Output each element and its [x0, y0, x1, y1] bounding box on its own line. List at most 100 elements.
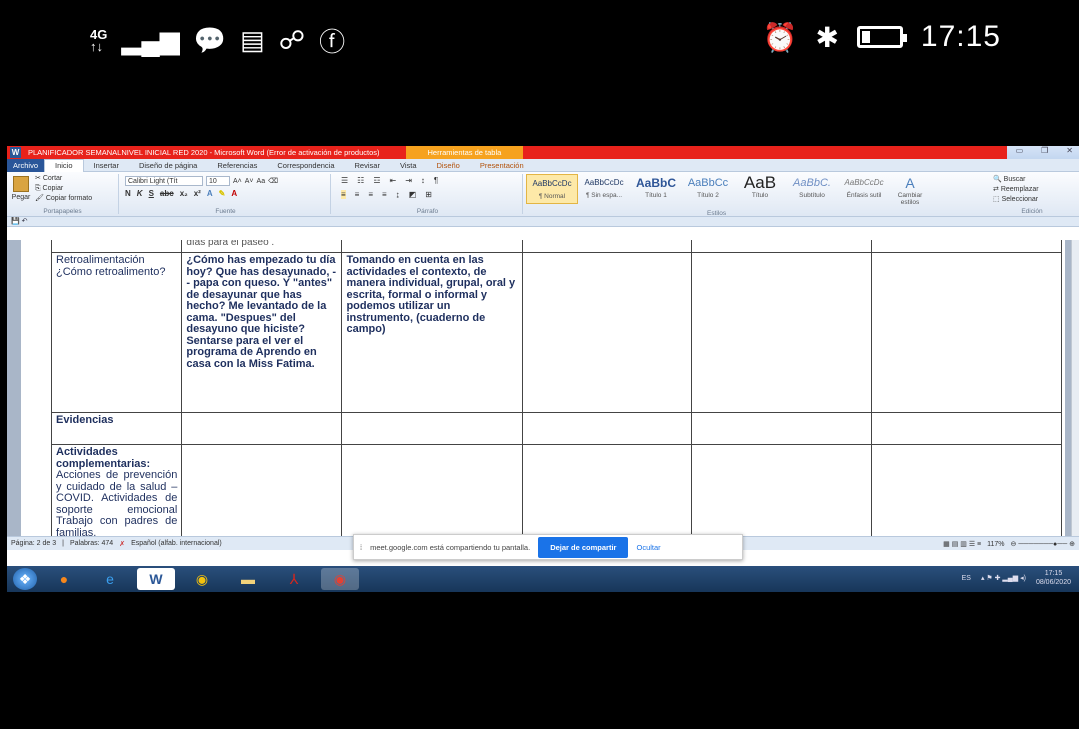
highlight-button[interactable]: ✎ [219, 189, 226, 198]
language[interactable]: Español (alfab. internacional) [131, 540, 222, 547]
table-cell[interactable] [341, 444, 524, 536]
word-count[interactable]: Palabras: 474 [70, 540, 113, 547]
table-cell[interactable] [522, 412, 693, 445]
minimize-icon[interactable]: ▭ [1016, 146, 1024, 155]
page-count[interactable]: Página: 2 de 3 [11, 540, 56, 547]
tab-presentacion[interactable]: Presentación [470, 161, 534, 170]
copy-button[interactable]: ⎘ Copiar [35, 184, 92, 194]
table-cell[interactable] [691, 412, 873, 445]
tab-diseno[interactable]: Diseño [427, 161, 470, 170]
table-cell[interactable] [522, 444, 693, 536]
align-left-icon[interactable]: ≡ [341, 190, 346, 199]
style-titulo-2[interactable]: AaBbCc Título 2 [682, 174, 734, 204]
change-case-button[interactable]: Aa [257, 178, 266, 185]
bullets-icon[interactable]: ☰ [341, 176, 348, 185]
input-language[interactable]: ES [962, 575, 971, 582]
text-effects-button[interactable]: A [207, 189, 213, 198]
table-cell[interactable] [871, 412, 1062, 445]
ie-icon[interactable]: e [91, 568, 129, 590]
tab-vista[interactable]: Vista [390, 161, 427, 170]
subscript-button[interactable]: x₂ [180, 189, 188, 198]
font-color-button[interactable]: A [231, 189, 237, 198]
format-painter-button[interactable]: 🖌 Copiar formato [35, 194, 92, 204]
close-icon[interactable]: ✕ [1066, 146, 1073, 155]
drag-handle-icon[interactable]: ⁞ [360, 543, 362, 552]
tab-correspondencia[interactable]: Correspondencia [267, 161, 344, 170]
pdf-icon[interactable]: ⅄ [275, 568, 313, 590]
find-button[interactable]: 🔍 Buscar [993, 175, 1039, 185]
chrome-active-icon[interactable]: ◉ [321, 568, 359, 590]
cell-retro-dialogue[interactable]: ¿Cómo has empezado tu día hoy? Que has d… [181, 252, 343, 413]
taskbar-clock[interactable]: 17:15 08/06/2020 [1036, 569, 1071, 587]
table-cell[interactable] [181, 444, 343, 536]
sort-icon[interactable]: ↕ [421, 176, 425, 185]
underline-button[interactable]: S [149, 189, 154, 198]
tray-icons[interactable]: ▴ ⚑ ✚ ▂▄▆ ◂) [981, 574, 1026, 582]
clear-format-icon[interactable]: ⌫ [268, 177, 278, 185]
row-label-actividades[interactable]: Actividades complementarias: Acciones de… [50, 444, 183, 536]
italic-button[interactable]: K [137, 189, 143, 198]
superscript-button[interactable]: x² [194, 189, 201, 198]
style-titulo[interactable]: AaB Título [734, 174, 786, 204]
undo-icon[interactable]: ↶ [22, 218, 28, 225]
font-name-select[interactable]: Calibri Light (Tít [125, 176, 203, 186]
proofing-icon[interactable]: ✗ [119, 540, 125, 548]
table-cell[interactable] [691, 444, 873, 536]
replace-button[interactable]: ⇄ Reemplazar [993, 185, 1039, 195]
zoom-level[interactable]: 117% [987, 541, 1004, 548]
style-sin-espaciado[interactable]: AaBbCcDc ¶ Sin espa... [578, 174, 630, 204]
style-normal[interactable]: AaBbCcDc ¶ Normal [526, 174, 578, 204]
decrease-indent-icon[interactable]: ⇤ [390, 176, 397, 185]
justify-icon[interactable]: ≡ [382, 190, 387, 199]
table-cell[interactable] [181, 412, 343, 445]
row-label-retroalimentacion[interactable]: Retroalimentación ¿Cómo retroalimento? [50, 252, 183, 413]
tab-revisar[interactable]: Revisar [345, 161, 390, 170]
view-buttons[interactable]: ▦ ▤ ▥ ☰ ≡ [943, 540, 981, 548]
style-enfasis-sutil[interactable]: AaBbCcDc Énfasis sutil [838, 174, 890, 204]
shading-icon[interactable]: ◩ [409, 190, 417, 199]
start-button[interactable]: ❖ [13, 568, 37, 590]
shrink-font-button[interactable]: A˅ [245, 178, 254, 185]
style-subtitulo[interactable]: AaBbC. Subtítulo [786, 174, 838, 204]
firefox-icon[interactable]: ● [45, 568, 83, 590]
zoom-slider[interactable]: ⊖ ───────●── ⊕ [1011, 540, 1075, 548]
multilevel-icon[interactable]: ☲ [373, 176, 380, 185]
change-styles-button[interactable]: A Cambiar estilos [890, 174, 930, 206]
word-taskbar-icon[interactable]: W [137, 568, 175, 590]
cut-button[interactable]: ✂ Cortar [35, 174, 92, 184]
tab-file[interactable]: Archivo [7, 158, 45, 172]
tab-diseno-pagina[interactable]: Diseño de página [129, 161, 207, 170]
vertical-scrollbar[interactable] [1071, 240, 1079, 536]
restore-icon[interactable]: ❐ [1041, 146, 1048, 155]
stop-sharing-button[interactable]: Dejar de compartir [538, 536, 629, 558]
style-titulo-1[interactable]: AaBbC Título 1 [630, 174, 682, 204]
chrome-icon[interactable]: ◉ [183, 568, 221, 590]
bold-button[interactable]: N [125, 189, 131, 198]
table-cell[interactable] [691, 252, 873, 413]
tab-referencias[interactable]: Referencias [207, 161, 267, 170]
font-size-select[interactable]: 10 [206, 176, 230, 186]
explorer-icon[interactable]: ▬ [229, 568, 267, 590]
table-cell[interactable] [871, 444, 1062, 536]
top-fragment[interactable]: días para el paseo . [181, 240, 343, 253]
save-icon[interactable]: 💾 [11, 218, 20, 225]
paste-button[interactable]: Pegar [11, 176, 31, 201]
grow-font-button[interactable]: A˄ [233, 178, 242, 185]
table-cell[interactable] [522, 252, 693, 413]
select-button[interactable]: ⬚ Seleccionar [993, 195, 1039, 205]
cell-retro-method[interactable]: Tomando en cuenta en las actividades el … [341, 252, 524, 413]
tab-insertar[interactable]: Insertar [84, 161, 129, 170]
table-tools-tab[interactable]: Herramientas de tabla [405, 146, 524, 159]
borders-icon[interactable]: ⊞ [425, 190, 432, 199]
row-label-evidencias[interactable]: Evidencias [50, 412, 183, 445]
strikethrough-button[interactable]: abc [160, 189, 174, 198]
hide-button[interactable]: Ocultar [636, 543, 660, 552]
numbering-icon[interactable]: ☷ [357, 176, 364, 185]
table-cell[interactable] [341, 412, 524, 445]
table-cell[interactable] [871, 252, 1062, 413]
show-marks-icon[interactable]: ¶ [434, 176, 438, 185]
increase-indent-icon[interactable]: ⇥ [405, 176, 412, 185]
align-right-icon[interactable]: ≡ [368, 190, 373, 199]
align-center-icon[interactable]: ≡ [355, 190, 360, 199]
line-spacing-icon[interactable]: ↨ [396, 190, 400, 199]
